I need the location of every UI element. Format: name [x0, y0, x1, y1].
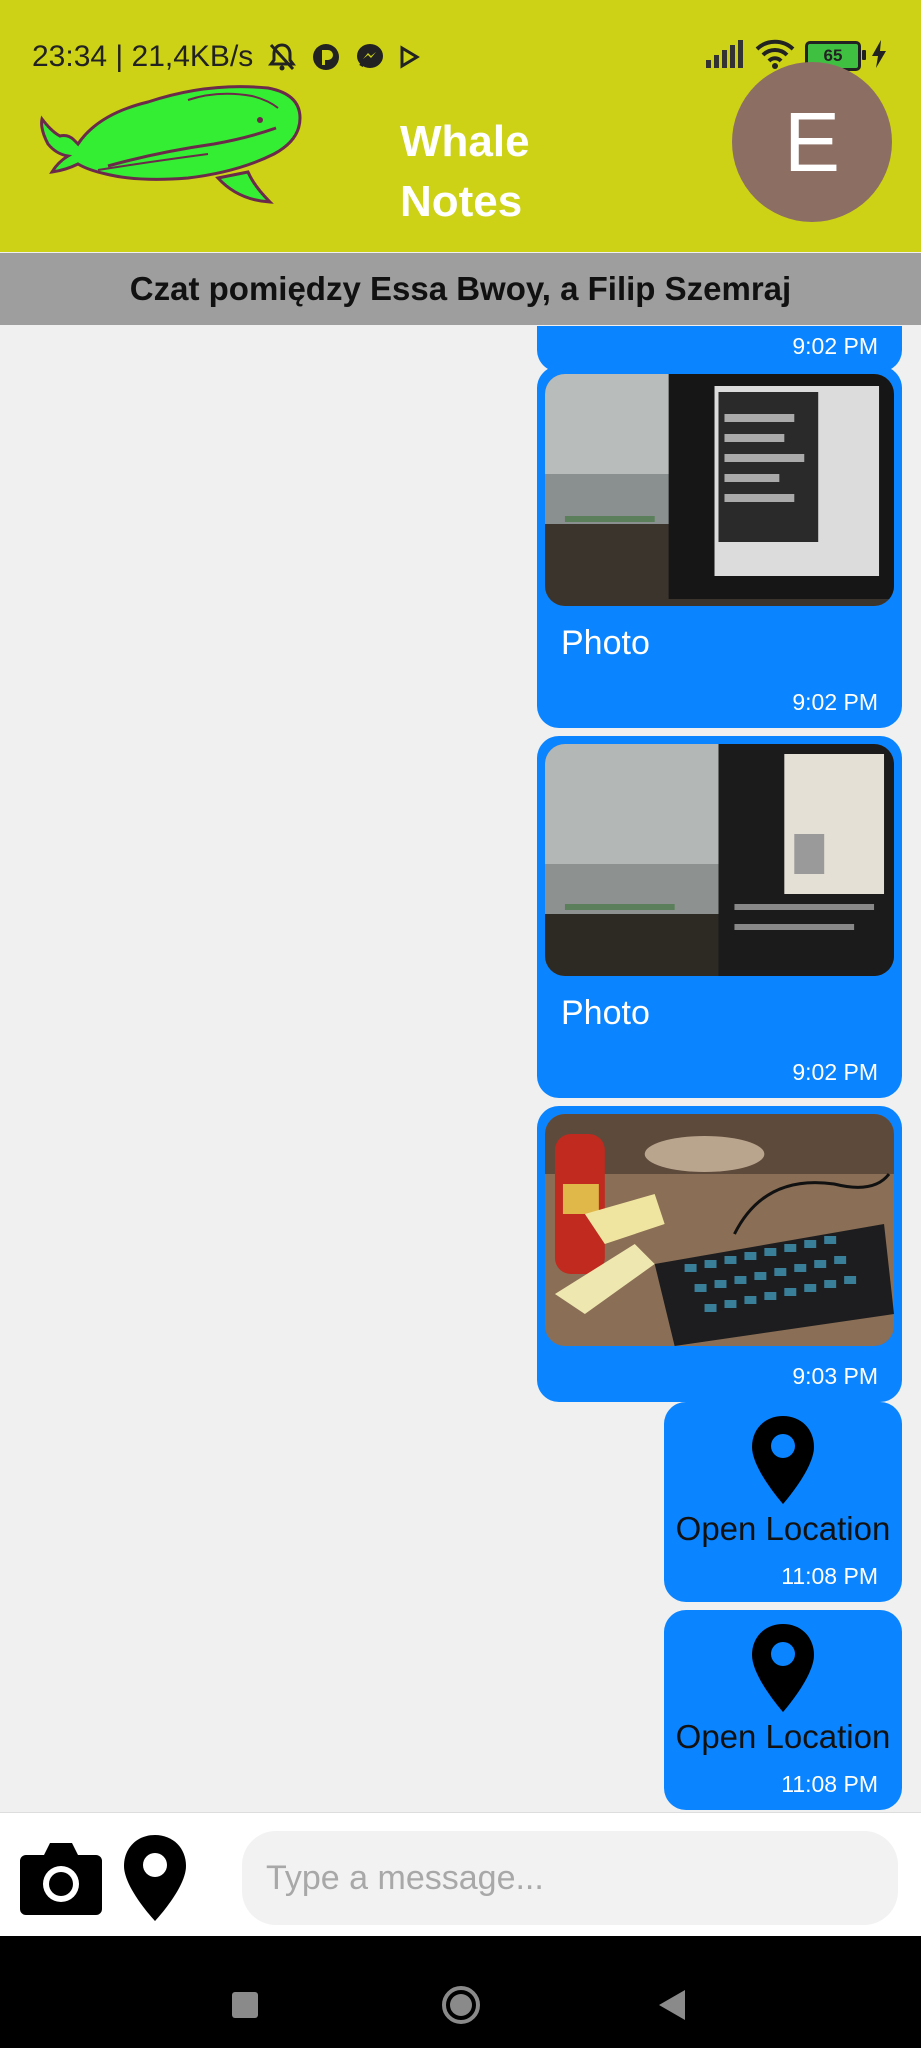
signal-icon — [705, 39, 745, 73]
play-store-icon — [399, 45, 421, 69]
app-header: 23:34 | 21,4KB/s 65 Whale Notes E — [0, 0, 921, 252]
photo-attachment[interactable] — [545, 374, 894, 606]
chat-title-banner: Czat pomiędzy Essa Bwoy, a Filip Szemraj — [0, 253, 921, 325]
message-input[interactable] — [242, 1831, 898, 1925]
back-button[interactable] — [657, 1988, 687, 2022]
status-bar-left: 23:34 | 21,4KB/s — [32, 38, 421, 76]
location-pin-icon — [752, 1624, 814, 1712]
message-bubble[interactable]: Photo 9:02 PM — [537, 736, 902, 1098]
message-composer — [0, 1812, 921, 1937]
app-notification-icon — [311, 42, 341, 72]
camera-icon[interactable] — [18, 1839, 104, 1917]
message-bubble[interactable]: Photo 9:02 PM — [537, 366, 902, 728]
message-time: 11:08 PM — [781, 1563, 878, 1589]
app-title: Whale Notes — [400, 117, 530, 226]
message-time: 9:02 PM — [792, 1059, 878, 1085]
location-message[interactable]: Open Location 11:08 PM — [664, 1402, 902, 1602]
photo-attachment[interactable] — [545, 744, 894, 976]
message-time: 9:02 PM — [792, 333, 878, 359]
message-time: 9:02 PM — [792, 689, 878, 715]
message-time: 9:03 PM — [792, 1363, 878, 1389]
status-time-speed: 23:34 | 21,4KB/s — [32, 40, 254, 73]
charging-icon — [871, 39, 887, 73]
user-avatar[interactable]: E — [732, 62, 892, 222]
system-nav-bar — [0, 1936, 921, 2048]
photo-caption: Photo — [561, 624, 650, 662]
open-location-link[interactable]: Open Location — [664, 1718, 902, 1756]
message-time: 11:08 PM — [781, 1771, 878, 1797]
message-list[interactable]: 9:02 PM Photo 9:02 PM Photo 9:02 PM 9:03… — [0, 326, 921, 1812]
whale-logo — [40, 85, 302, 204]
location-pin-icon[interactable] — [122, 1835, 188, 1921]
photo-caption: Photo — [561, 994, 650, 1032]
home-button[interactable] — [441, 1985, 481, 2025]
location-pin-icon — [752, 1416, 814, 1504]
photo-attachment[interactable] — [545, 1114, 894, 1346]
open-location-link[interactable]: Open Location — [664, 1510, 902, 1548]
location-message[interactable]: Open Location 11:08 PM — [664, 1610, 902, 1810]
messenger-icon — [355, 42, 385, 72]
recents-button[interactable] — [232, 1992, 258, 2018]
muted-bell-icon — [267, 42, 297, 72]
message-bubble[interactable]: 9:03 PM — [537, 1106, 902, 1402]
